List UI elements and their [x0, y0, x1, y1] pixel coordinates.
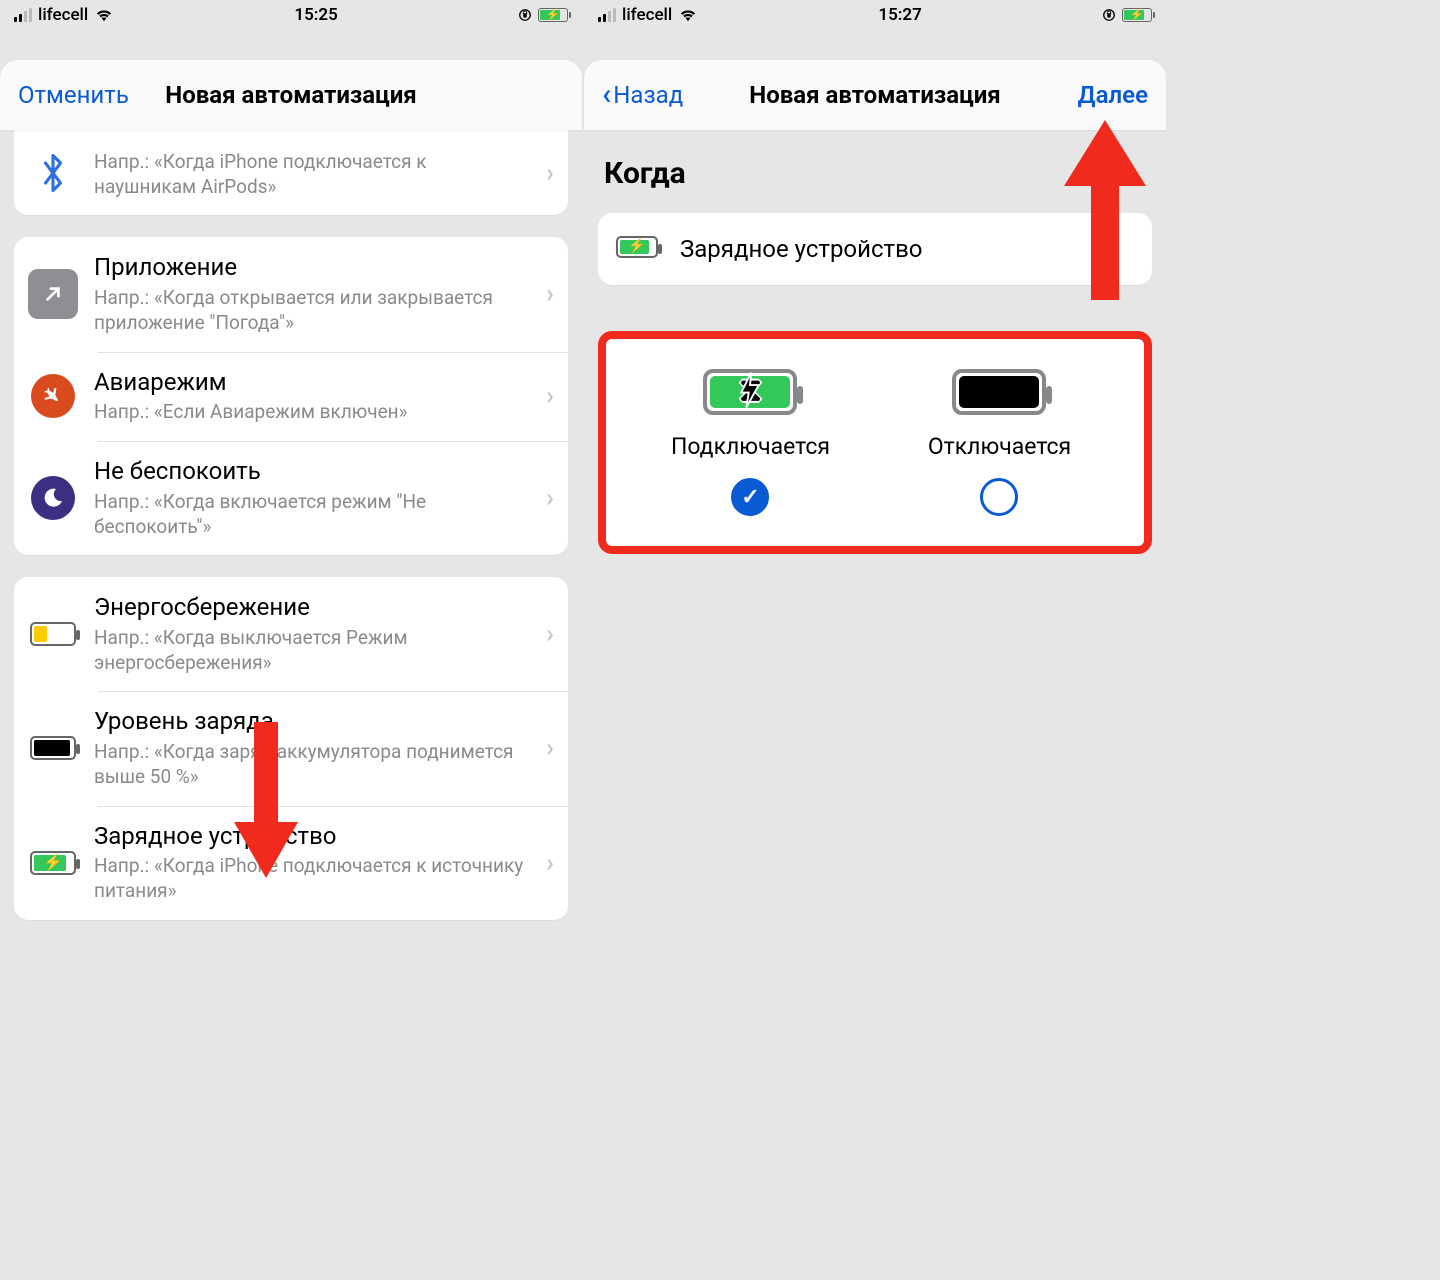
carrier-label: lifecell: [622, 5, 672, 25]
trigger-group-bluetooth: Напр.: «Когда iPhone подключается к науш…: [14, 130, 568, 215]
battery-yellow-icon: [28, 609, 78, 659]
row-title: Зарядное устройство: [94, 822, 530, 851]
option-connects[interactable]: ⧗ Подключается: [636, 369, 865, 516]
row-title: Приложение: [94, 253, 530, 282]
row-title: Уровень заряда: [94, 707, 530, 736]
status-bar: lifecell 15:27 ⚡: [584, 0, 1166, 30]
nav-bar: ‹ Назад Новая автоматизация Далее: [584, 60, 1166, 130]
next-button[interactable]: Далее: [1078, 81, 1148, 109]
battery-charging-icon: ⚡: [616, 236, 658, 262]
airplane-icon: [28, 371, 78, 421]
nav-bar: Отменить Новая автоматизация: [0, 60, 582, 130]
chevron-left-icon: ‹: [602, 80, 611, 110]
app-icon: [28, 269, 78, 319]
nav-title: Новая автоматизация: [165, 81, 416, 109]
signal-icon: [598, 8, 616, 22]
back-button[interactable]: ‹ Назад: [602, 80, 683, 110]
row-dnd[interactable]: Не беспокоить Напр.: «Когда включается р…: [14, 441, 568, 555]
status-bar: lifecell 15:25 ⚡: [0, 0, 582, 30]
chevron-right-icon: ›: [546, 848, 554, 878]
trigger-group-apps: Приложение Напр.: «Когда открывается или…: [14, 237, 568, 555]
option-label: Отключается: [928, 433, 1071, 460]
section-heading: Когда: [604, 156, 1152, 191]
bluetooth-icon: [28, 148, 78, 198]
row-charger[interactable]: ⚡ Зарядное устройство Напр.: «Когда iPho…: [14, 806, 568, 920]
row-subtitle: Напр.: «Когда включается режим "Не беспо…: [94, 490, 530, 539]
battery-status-icon: ⚡: [538, 8, 568, 22]
trigger-label: Зарядное устройство: [680, 235, 922, 263]
clock: 15:27: [878, 5, 921, 25]
row-title: Не беспокоить: [94, 457, 530, 486]
trigger-summary-card: ⚡ Зарядное устройство: [598, 213, 1152, 285]
radio-checked-icon[interactable]: [731, 478, 769, 516]
option-disconnects[interactable]: Отключается: [885, 369, 1114, 516]
battery-full-icon: [28, 723, 78, 773]
back-label: Назад: [613, 81, 683, 109]
chevron-right-icon: ›: [546, 279, 554, 309]
battery-full-large-icon: [952, 369, 1046, 415]
chevron-right-icon: ›: [546, 158, 554, 188]
row-title: Авиарежим: [94, 368, 530, 397]
battery-charging-icon: ⚡: [28, 838, 78, 888]
row-bluetooth[interactable]: Напр.: «Когда iPhone подключается к науш…: [14, 130, 568, 215]
chevron-right-icon: ›: [546, 381, 554, 411]
trigger-group-battery: Энергосбережение Напр.: «Когда выключает…: [14, 577, 568, 920]
carrier-label: lifecell: [38, 5, 88, 25]
rotation-lock-icon: [518, 8, 532, 22]
chevron-right-icon: ›: [546, 483, 554, 513]
cancel-button[interactable]: Отменить: [18, 81, 129, 109]
row-airplane[interactable]: Авиарежим Напр.: «Если Авиарежим включен…: [14, 352, 568, 441]
radio-unchecked-icon[interactable]: [980, 478, 1018, 516]
row-subtitle: Напр.: «Когда выключается Режим энергосб…: [94, 626, 530, 675]
chevron-right-icon: ›: [546, 733, 554, 763]
row-subtitle: Напр.: «Когда заряд аккумулятора подниме…: [94, 740, 530, 789]
option-label: Подключается: [671, 433, 830, 460]
row-subtitle: Напр.: «Когда iPhone подключается к науш…: [94, 150, 530, 199]
row-subtitle: Напр.: «Если Авиарежим включен»: [94, 400, 530, 425]
screenshot-left: lifecell 15:25 ⚡ Отменить Новая автомати…: [0, 0, 582, 1280]
moon-icon: [28, 473, 78, 523]
chevron-right-icon: ›: [546, 619, 554, 649]
battery-status-icon: ⚡: [1122, 8, 1152, 22]
nav-title: Новая автоматизация: [749, 81, 1000, 109]
row-battery-level[interactable]: Уровень заряда Напр.: «Когда заряд аккум…: [14, 691, 568, 805]
next-label: Далее: [1078, 81, 1148, 109]
signal-icon: [14, 8, 32, 22]
cancel-label: Отменить: [18, 81, 129, 109]
row-low-power[interactable]: Энергосбережение Напр.: «Когда выключает…: [14, 577, 568, 691]
clock: 15:25: [294, 5, 337, 25]
wifi-icon: [678, 8, 698, 22]
rotation-lock-icon: [1102, 8, 1116, 22]
row-title: Энергосбережение: [94, 593, 530, 622]
wifi-icon: [94, 8, 114, 22]
row-subtitle: Напр.: «Когда iPhone подключается к исто…: [94, 854, 530, 903]
battery-charging-large-icon: ⧗: [703, 369, 797, 415]
row-subtitle: Напр.: «Когда открывается или закрываетс…: [94, 286, 530, 335]
charger-options-card: ⧗ Подключается Отключается: [598, 331, 1152, 554]
screenshot-right: lifecell 15:27 ⚡ ‹ Назад Новая автоматиз…: [584, 0, 1166, 1280]
row-app[interactable]: Приложение Напр.: «Когда открывается или…: [14, 237, 568, 351]
